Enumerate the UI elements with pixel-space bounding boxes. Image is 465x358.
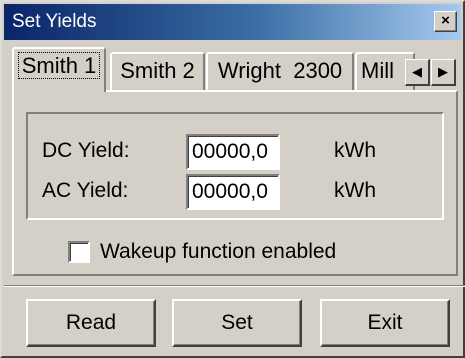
tab-label: Smith 1 [17,52,101,79]
wakeup-label[interactable]: Wakeup function enabled [100,239,336,265]
tab-scroll-left-button[interactable]: ◀ [405,59,430,86]
dc-yield-unit: kWh [334,139,376,162]
divider [4,285,465,287]
wakeup-checkbox[interactable] [68,241,90,263]
ac-yield-unit: kWh [334,179,376,202]
title-bar[interactable]: Set Yields × [4,4,461,40]
tab-strip: Smith 1 Smith 2 Wright 2300 Mill ◀ ▶ [12,47,462,92]
arrow-left-icon: ◀ [412,64,422,79]
tab-panel: DC Yield: kWh AC Yield: kWh Wakeup funct… [12,90,458,276]
tab-smith-2[interactable]: Smith 2 [110,52,205,90]
exit-button[interactable]: Exit [320,299,450,347]
close-button[interactable]: × [434,11,457,32]
yields-group: DC Yield: kWh AC Yield: kWh [26,112,444,220]
ac-yield-input[interactable] [186,174,280,210]
arrow-right-icon: ▶ [438,64,448,79]
tab-label: Smith 2 [120,58,195,83]
tab-label: Mill [361,58,394,83]
window-title: Set Yields [12,11,97,32]
tab-scroll-right-button[interactable]: ▶ [431,59,456,86]
tab-label: Wright 2300 [217,58,343,83]
dc-yield-label: DC Yield: [42,139,130,162]
tab-smith-1[interactable]: Smith 1 [12,47,106,92]
dc-yield-input[interactable] [186,134,280,170]
set-button[interactable]: Set [172,299,302,347]
read-button[interactable]: Read [26,299,156,347]
tab-wright-2300[interactable]: Wright 2300 [206,52,354,90]
close-icon: × [441,12,450,29]
ac-yield-label: AC Yield: [42,179,129,202]
set-yields-dialog: Set Yields × Smith 1 Smith 2 Wright 2300… [0,0,465,358]
